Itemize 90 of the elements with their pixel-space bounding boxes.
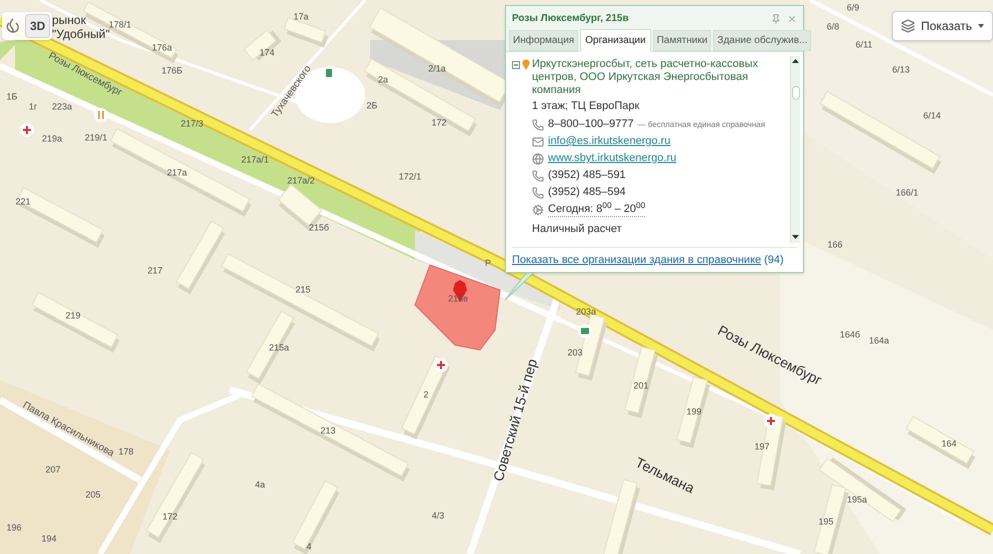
phone-icon [532,186,544,198]
house-number: 223а [52,102,72,112]
house-number: 178 [118,448,134,456]
house-number: 172/1 [398,172,422,182]
phone-icon [532,170,544,182]
payment-info: Наличный расчет [532,223,623,236]
house-number: 2 [424,390,428,400]
3d-button[interactable]: 3D [25,14,50,38]
phone-note: — бесплатная единая справочная [638,118,766,130]
scrollbar[interactable] [790,56,800,242]
popup-tab[interactable]: Организации [580,29,651,52]
house-number: 215 [295,286,311,294]
house-number: 205 [85,490,101,500]
organization-count: (94) [764,252,784,268]
collapse-icon[interactable] [512,61,520,69]
house-number: 6/14 [923,112,941,120]
place-label: рынок [52,13,87,27]
house-number: 164а [868,336,890,346]
close-icon[interactable] [787,14,797,24]
map-marker-icon [522,59,530,70]
house-number: 195 [818,518,834,526]
popup-tab[interactable]: Памятники [652,30,712,51]
house-number: 178/1 [108,20,132,30]
phone-icon [532,118,544,130]
house-number: 217/3 [180,120,204,128]
house-number: 166 [827,240,843,250]
house-number: 203 [567,348,583,358]
house-number: 164б [840,330,860,340]
house-number: 197 [754,442,770,452]
pin-icon[interactable] [771,14,781,24]
house-number: 207 [45,466,61,474]
logo-icon[interactable] [4,17,22,35]
popup-tab[interactable]: Здание обслужив... [713,30,812,51]
layers-button[interactable]: Показать [892,11,993,41]
house-number: 6/8 [826,22,840,32]
house-number: 2Б [366,102,378,110]
house-number: 215а [268,344,290,352]
globe-icon [532,152,544,164]
house-number: 6/11 [856,40,872,50]
house-number: 176а [152,44,172,52]
scroll-thumb[interactable] [792,86,800,100]
house-number: 4/3 [432,512,444,520]
house-number: 219а [42,134,62,144]
house-number: 1г [28,102,38,112]
house-number: 217 [147,266,163,276]
house-number: 213 [320,426,336,436]
house-number: 219/1 [84,134,108,142]
house-number: 6/13 [892,66,910,74]
house-number: 215б [308,224,330,232]
house-number: 164 [941,440,957,448]
house-number: 196 [6,524,22,532]
phone-number: (3952) 485–591 [548,169,626,182]
house-number: 221 [15,198,31,206]
website-link[interactable]: www.sbyt.irkutskenergo.ru [548,152,676,165]
house-number: 172 [162,512,178,522]
place-label: "Удобный" [52,27,110,41]
house-number: 203а [576,308,596,316]
house-number: 17а [293,12,309,22]
house-number: 166/1 [896,188,918,198]
house-number: 201 [633,382,649,390]
organization-name[interactable]: Иркутскэнергосбыт, сеть расчетно-кассовых центров, ООО Иркутская Энергосбытовая компания [532,58,788,97]
caret-icon [978,24,984,28]
house-number: 1Б [6,92,18,102]
scroll-up-icon[interactable] [792,59,799,63]
house-number: 4а [255,480,265,490]
house-number: 2/1а [428,64,446,74]
popup-title: Розы Люксембург, 215в [512,12,629,26]
house-number: 194 [41,534,57,544]
all-organizations-link[interactable]: Показать все организации здания в справочнике [512,252,762,268]
phone-number: 8–800–100–9777 [548,118,634,131]
organization-location: 1 этаж; ТЦ ЕвроПарк [532,100,640,113]
house-number: 219 [65,312,81,320]
email-link[interactable]: info@es.irkutskenergo.ru [548,135,670,148]
opening-hours: Сегодня: 8$^{00}$ – 20$^{00}$ [548,203,646,217]
house-number: 6/9 [846,4,860,12]
house-number: 217а/2 [287,176,315,186]
scroll-down-icon[interactable] [792,235,799,240]
house-number: 199 [686,408,702,416]
house-number: 174 [259,48,275,58]
house-number: 176Б [162,66,182,76]
house-number: 4 [306,542,312,552]
house-number: 172 [431,118,447,128]
house-number: 217а [166,168,188,178]
phone-number: (3952) 485–594 [548,186,626,199]
mail-icon [532,136,544,148]
house-number: 217а/1 [241,156,269,164]
house-number: 195а [846,496,868,504]
layers-icon [901,19,915,33]
house-number: 2а [378,76,388,84]
popup-tab[interactable]: Информация [509,30,578,51]
